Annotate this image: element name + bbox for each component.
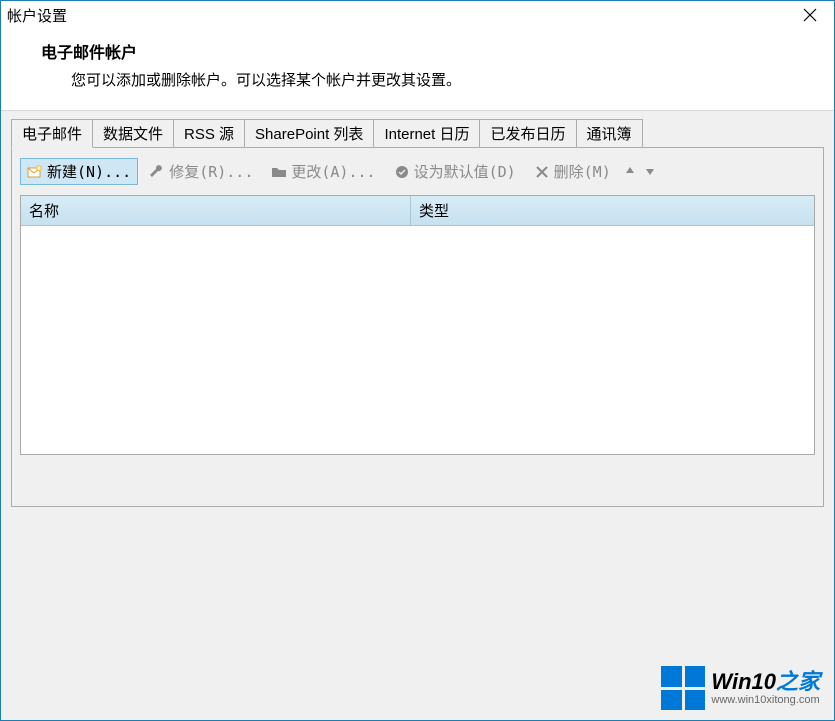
- repair-button: 修复(R)...: [142, 158, 260, 185]
- close-button[interactable]: [792, 3, 828, 27]
- tab-email[interactable]: 电子邮件: [11, 119, 93, 148]
- repair-button-label: 修复(R)...: [169, 161, 253, 182]
- list-header: 名称 类型: [21, 196, 814, 226]
- tabs: 电子邮件 数据文件 RSS 源 SharePoint 列表 Internet 日…: [11, 119, 824, 147]
- folder-icon: [271, 164, 287, 180]
- new-mail-icon: [27, 164, 43, 180]
- watermark-url: www.win10xitong.com: [711, 694, 820, 706]
- tab-internet-calendar[interactable]: Internet 日历: [373, 119, 480, 148]
- column-name[interactable]: 名称: [21, 196, 411, 225]
- new-button-label: 新建(N)...: [47, 161, 131, 182]
- header-area: 电子邮件帐户 您可以添加或删除帐户。可以选择某个帐户并更改其设置。: [1, 29, 834, 110]
- tab-sharepoint[interactable]: SharePoint 列表: [244, 119, 374, 148]
- watermark-brand: Win10之家: [711, 670, 820, 694]
- wrench-icon: [149, 164, 165, 180]
- toolbar: 新建(N)... 修复(R)... 更改(A)...: [20, 158, 815, 185]
- set-default-button-label: 设为默认值(D): [414, 161, 516, 182]
- titlebar: 帐户设置: [1, 1, 834, 29]
- column-type[interactable]: 类型: [411, 196, 814, 225]
- set-default-button: 设为默认值(D): [387, 158, 523, 185]
- close-icon: [803, 8, 817, 22]
- tab-panel: 新建(N)... 修复(R)... 更改(A)...: [11, 147, 824, 507]
- change-button-label: 更改(A)...: [291, 161, 375, 182]
- change-button: 更改(A)...: [264, 158, 382, 185]
- delete-button: 删除(M): [527, 158, 618, 185]
- arrow-up-icon: [624, 165, 636, 177]
- account-settings-window: 帐户设置 电子邮件帐户 您可以添加或删除帐户。可以选择某个帐户并更改其设置。 电…: [0, 0, 835, 721]
- header-description: 您可以添加或删除帐户。可以选择某个帐户并更改其设置。: [71, 69, 804, 90]
- move-up-button: [622, 164, 638, 180]
- header-title: 电子邮件帐户: [41, 39, 804, 63]
- watermark: Win10之家 www.win10xitong.com: [661, 666, 820, 710]
- delete-icon: [534, 164, 550, 180]
- new-button[interactable]: 新建(N)...: [20, 158, 138, 185]
- window-title: 帐户设置: [7, 5, 67, 26]
- delete-button-label: 删除(M): [554, 161, 611, 182]
- body-area: 电子邮件 数据文件 RSS 源 SharePoint 列表 Internet 日…: [1, 110, 834, 720]
- tab-address-book[interactable]: 通讯簿: [576, 119, 643, 148]
- tab-published-calendar[interactable]: 已发布日历: [479, 119, 576, 148]
- tab-data-files[interactable]: 数据文件: [92, 119, 174, 148]
- move-down-button: [642, 164, 658, 180]
- arrow-down-icon: [644, 165, 656, 177]
- windows-logo-icon: [661, 666, 705, 710]
- check-circle-icon: [394, 164, 410, 180]
- account-list[interactable]: 名称 类型: [20, 195, 815, 455]
- tab-rss[interactable]: RSS 源: [173, 119, 245, 148]
